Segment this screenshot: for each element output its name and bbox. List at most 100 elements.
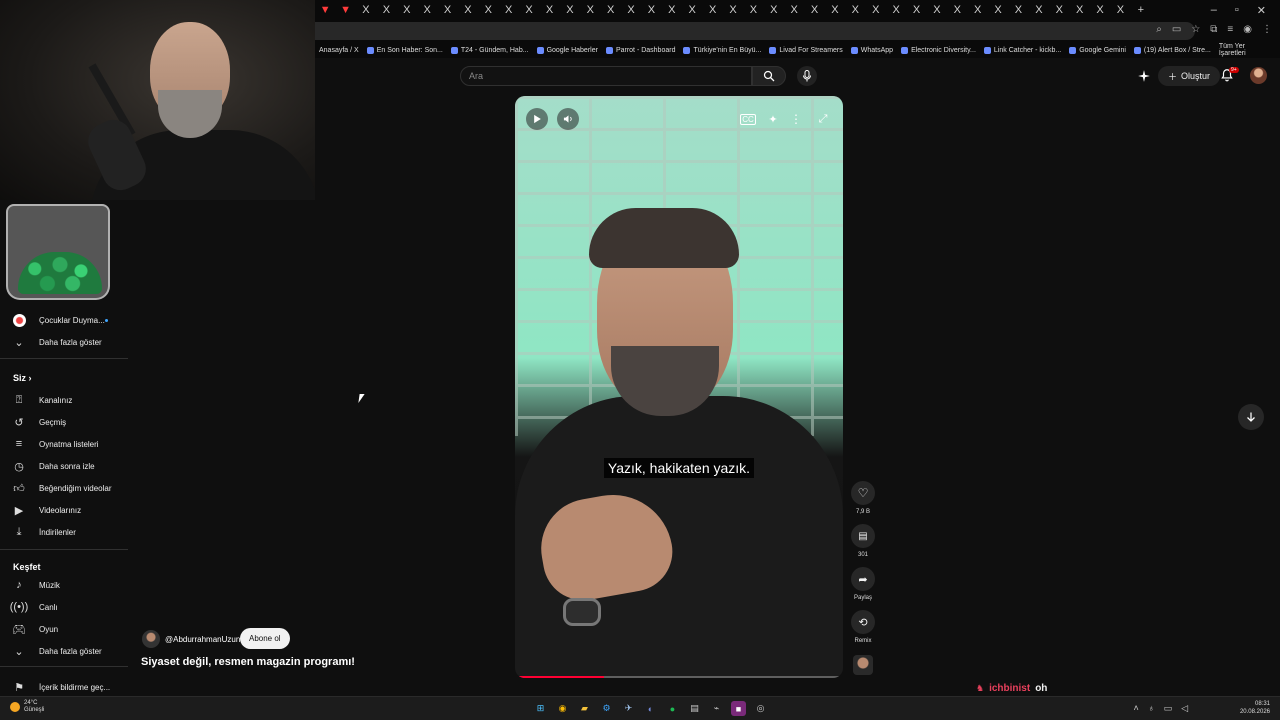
tab-x[interactable]: X bbox=[437, 4, 457, 16]
next-short-button[interactable] bbox=[1238, 404, 1264, 430]
tab-x[interactable]: X bbox=[927, 4, 947, 16]
tab-x[interactable]: X bbox=[1008, 4, 1028, 16]
bookmark-item[interactable]: Anasayfa / X bbox=[319, 47, 359, 54]
voice-search-button[interactable] bbox=[797, 66, 817, 86]
captions-button[interactable]: CC bbox=[739, 110, 757, 128]
search-input[interactable]: Ara bbox=[460, 66, 752, 86]
sound-avatar[interactable] bbox=[853, 655, 873, 675]
tab-x[interactable]: X bbox=[804, 4, 824, 16]
sidebar-item-playlists[interactable]: ≡ Oynatma listeleri bbox=[0, 434, 128, 454]
tab-x[interactable]: X bbox=[458, 4, 478, 16]
tab-x[interactable]: X bbox=[682, 4, 702, 16]
tab-x[interactable]: X bbox=[499, 4, 519, 16]
sidebar-item-report-history[interactable]: ⚑ İçerik bildirme geç... bbox=[0, 677, 128, 697]
sidebar-item-history[interactable]: ↺ Geçmiş bbox=[0, 412, 128, 432]
bookmark-item[interactable]: Electronic Diversity... bbox=[901, 46, 976, 54]
tab-x[interactable]: X bbox=[886, 4, 906, 16]
create-button[interactable]: ＋ Oluştur bbox=[1158, 66, 1221, 86]
bookmark-item[interactable]: Google Haberler bbox=[536, 46, 598, 54]
tab-x[interactable]: X bbox=[356, 4, 376, 16]
shorts-player[interactable]: Yazık, hakikaten yazık. CC ✦ ⋮ ⤢ bbox=[515, 96, 843, 678]
tab-youtube-icon[interactable]: ▼ bbox=[335, 4, 355, 16]
tab-x[interactable]: X bbox=[702, 4, 722, 16]
sidebar-show-more[interactable]: ⌄ Daha fazla göster bbox=[0, 641, 128, 661]
tab-x[interactable]: X bbox=[560, 4, 580, 16]
obs-next-icon[interactable]: ■ bbox=[731, 701, 746, 716]
tab-x[interactable]: X bbox=[539, 4, 559, 16]
all-bookmarks[interactable]: Tüm Yer İşaretleri bbox=[1219, 43, 1280, 57]
file-explorer-icon[interactable]: ▰ bbox=[577, 701, 592, 716]
channel-avatar[interactable] bbox=[142, 630, 160, 648]
close-button[interactable]: ✕ bbox=[1257, 4, 1266, 17]
volume-tray-icon[interactable]: ◁ bbox=[1181, 703, 1188, 714]
tab-x[interactable]: X bbox=[397, 4, 417, 16]
progress-bar[interactable] bbox=[515, 676, 843, 678]
bookmark-item[interactable]: Livad For Streamers bbox=[769, 46, 843, 54]
tab-x[interactable]: X bbox=[1090, 4, 1110, 16]
chrome-icon[interactable]: ◉ bbox=[555, 701, 570, 716]
tab-x[interactable]: X bbox=[1049, 4, 1069, 16]
fullscreen-button[interactable]: ⤢ bbox=[814, 110, 832, 128]
minimize-button[interactable]: – bbox=[1211, 4, 1217, 17]
tab-x[interactable]: X bbox=[825, 4, 845, 16]
tab-x[interactable]: X bbox=[988, 4, 1008, 16]
sidebar-subscription-item[interactable]: Çocuklar Duyma... bbox=[0, 310, 128, 330]
sidebar-show-more[interactable]: ⌄ Daha fazla göster bbox=[0, 332, 128, 352]
remix-button[interactable]: ⟲ bbox=[851, 610, 875, 634]
tab-x[interactable]: X bbox=[866, 4, 886, 16]
tab-x[interactable]: X bbox=[723, 4, 743, 16]
app-icon[interactable]: ◎ bbox=[753, 701, 768, 716]
spotify-icon[interactable]: ● bbox=[665, 701, 680, 716]
tab-x[interactable]: X bbox=[1029, 4, 1049, 16]
share-action[interactable]: ➦ Paylaş bbox=[851, 567, 875, 601]
bookmark-item[interactable]: Link Catcher - kickb... bbox=[983, 46, 1061, 54]
app-icon[interactable]: ⌁ bbox=[709, 701, 724, 716]
tab-x[interactable]: X bbox=[845, 4, 865, 16]
ambient-button[interactable]: ✦ bbox=[764, 110, 782, 128]
tab-x[interactable]: X bbox=[1069, 4, 1089, 16]
bookmark-item[interactable]: Google Gemini bbox=[1069, 46, 1126, 54]
epic-games-icon[interactable]: ▤ bbox=[687, 701, 702, 716]
app-icon[interactable]: ⚙ bbox=[599, 701, 614, 716]
account-avatar[interactable] bbox=[1250, 67, 1267, 84]
tray-chevron-icon[interactable]: ˄ bbox=[1134, 703, 1139, 714]
tab-x[interactable]: X bbox=[1110, 4, 1130, 16]
clock[interactable]: 08:31 20.08.2026 bbox=[1240, 700, 1270, 716]
mic-tray-icon[interactable]: ♁ bbox=[1148, 703, 1155, 714]
tab-x[interactable]: X bbox=[641, 4, 661, 16]
sidebar-item-live[interactable]: ((•)) Canlı bbox=[0, 597, 128, 617]
cast-icon[interactable]: ▭ bbox=[1172, 24, 1181, 35]
bookmark-item[interactable]: (19) Alert Box / Stre... bbox=[1133, 46, 1211, 54]
tab-x[interactable]: X bbox=[376, 4, 396, 16]
tab-x[interactable]: X bbox=[580, 4, 600, 16]
subscribe-button[interactable]: Abone ol bbox=[240, 628, 290, 649]
network-icon[interactable]: ▭ bbox=[1164, 703, 1173, 714]
section-you[interactable]: Siz › bbox=[13, 373, 32, 383]
comment-action[interactable]: ▤ 301 bbox=[851, 524, 875, 558]
like-button[interactable]: ♡ bbox=[851, 481, 875, 505]
weather-widget[interactable]: 24°C Güneşli bbox=[10, 700, 44, 714]
tab-youtube-icon[interactable]: ▼ bbox=[315, 4, 335, 16]
tab-x[interactable]: X bbox=[621, 4, 641, 16]
start-icon[interactable]: ⊞ bbox=[533, 701, 548, 716]
reading-list-icon[interactable]: ≡ bbox=[1227, 24, 1233, 35]
sidebar-item-downloads[interactable]: ⤓ İndirilenler bbox=[0, 522, 128, 542]
remix-action[interactable]: ⟲ Remix bbox=[851, 610, 875, 644]
sidebar-item-music[interactable]: ♪ Müzik bbox=[0, 575, 128, 595]
tab-x[interactable]: X bbox=[764, 4, 784, 16]
tab-x[interactable]: X bbox=[743, 4, 763, 16]
sidebar-item-gaming[interactable]: 🎮︎ Oyun bbox=[0, 619, 128, 639]
bookmark-item[interactable]: Türkiye'nin En Büyü... bbox=[683, 46, 761, 54]
tab-x[interactable]: X bbox=[478, 4, 498, 16]
search-button[interactable] bbox=[752, 66, 786, 86]
tab-x[interactable]: X bbox=[417, 4, 437, 16]
tab-x[interactable]: X bbox=[968, 4, 988, 16]
zoom-icon[interactable]: ⌕ bbox=[1156, 24, 1162, 35]
share-button[interactable]: ➦ bbox=[851, 567, 875, 591]
sidebar-item-liked[interactable]: 👍︎ Beğendiğim videolar bbox=[0, 478, 128, 498]
new-tab-button[interactable]: + bbox=[1131, 4, 1151, 16]
menu-icon[interactable]: ⋮ bbox=[1262, 24, 1272, 35]
discord-icon[interactable]: ◐ bbox=[643, 701, 658, 716]
maximize-button[interactable]: ▫ bbox=[1235, 4, 1239, 17]
bookmark-item[interactable]: WhatsApp bbox=[850, 46, 893, 54]
